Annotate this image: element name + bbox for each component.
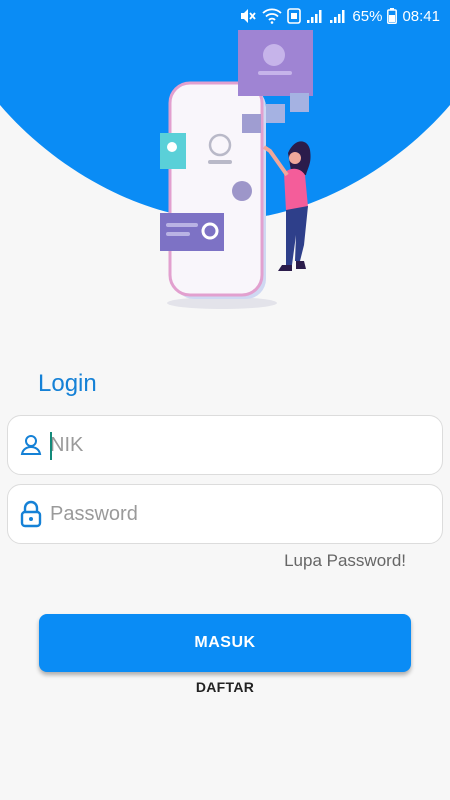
lock-icon [18,499,44,529]
battery-percent: 65% [352,7,383,25]
nik-field[interactable] [7,415,443,475]
login-illustration [160,30,313,309]
mute-icon [239,8,257,24]
forgot-password-link[interactable]: Lupa Password! [284,551,406,571]
user-icon [18,430,44,460]
password-input[interactable] [50,502,430,526]
login-title: Login [38,370,97,397]
nfc-icon [287,8,302,24]
wifi-icon [262,8,283,24]
nik-input[interactable] [50,433,430,457]
battery-icon [387,8,398,24]
password-field[interactable] [7,484,443,544]
signal-icon [306,8,324,24]
status-time: 08:41 [402,7,440,25]
signal-icon [329,8,347,24]
text-cursor [50,432,52,460]
register-link[interactable]: DAFTAR [0,679,450,695]
login-button[interactable]: MASUK [39,614,411,672]
